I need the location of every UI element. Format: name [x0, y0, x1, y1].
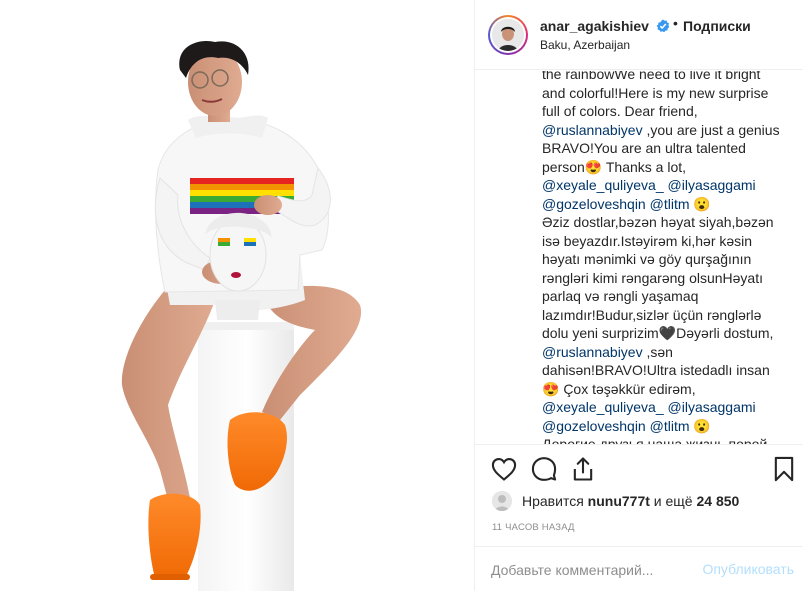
- likes-prefix: Нравится: [522, 493, 588, 509]
- heart-icon: [491, 458, 517, 481]
- comment-button[interactable]: [530, 455, 558, 483]
- post-header: anar_agakishiev • Подписки Baku, Azerbai…: [475, 0, 803, 70]
- like-button[interactable]: [490, 455, 518, 483]
- mention-link[interactable]: @ilyasaggami: [668, 399, 756, 415]
- post-photo[interactable]: [0, 0, 474, 591]
- mention-link[interactable]: @tlitm: [650, 196, 690, 212]
- likes-count[interactable]: 24 850: [697, 493, 740, 509]
- comment-bubble-icon: [531, 457, 557, 481]
- likes-row: Нравится nunu777t и ещё 24 850: [492, 489, 792, 513]
- mention-link[interactable]: @xeyale_quliyeva_: [542, 399, 664, 415]
- mention-link[interactable]: @ruslannabiyev: [542, 122, 643, 138]
- location-link[interactable]: Baku, Azerbaijan: [540, 38, 630, 52]
- avatar[interactable]: [488, 15, 528, 55]
- likes-middle: и ещё: [649, 493, 697, 509]
- mention-link[interactable]: @ilyasaggami: [668, 177, 756, 193]
- comment-form: Опубликовать: [475, 546, 803, 591]
- post-timestamp[interactable]: 11 часов назад: [492, 522, 575, 533]
- post-side-panel: anar_agakishiev • Подписки Baku, Azerbai…: [474, 0, 803, 591]
- mention-link[interactable]: @gozeloveshqin: [542, 418, 646, 434]
- scroll-thumb[interactable]: [797, 361, 801, 431]
- caption-scrollbar[interactable]: [796, 71, 801, 444]
- mention-link[interactable]: @xeyale_quliyeva_: [542, 177, 664, 193]
- likes-summary[interactable]: Нравится nunu777t и ещё 24 850: [522, 493, 739, 509]
- separator-dot: •: [673, 15, 678, 31]
- verified-badge-icon: [656, 19, 670, 33]
- share-icon: [573, 457, 593, 481]
- publish-button[interactable]: Опубликовать: [702, 561, 794, 577]
- caption-segment: 😮 Əziz dostlar,bəzən həyat siyah,bəzən i…: [542, 195, 774, 342]
- post-actions: Нравится nunu777t и ещё 24 850 11 часов …: [475, 444, 803, 590]
- liker-avatar-image: [492, 491, 512, 511]
- liker-username[interactable]: nunu777t: [588, 493, 650, 509]
- comment-input[interactable]: [491, 559, 691, 581]
- bookmark-icon: [774, 456, 794, 482]
- post-image: [0, 0, 474, 591]
- caption-area[interactable]: the rainbowWe need to live it bright and…: [475, 71, 803, 444]
- caption-segment: the rainbowWe need to live it bright and…: [542, 71, 769, 119]
- mention-link[interactable]: @ruslannabiyev: [542, 344, 643, 360]
- save-button[interactable]: [770, 455, 798, 483]
- caption-text: the rainbowWe need to live it bright and…: [542, 71, 782, 444]
- liker-avatar[interactable]: [492, 491, 512, 511]
- avatar-image: [492, 19, 524, 51]
- share-button[interactable]: [569, 455, 597, 483]
- mention-link[interactable]: @gozeloveshqin: [542, 196, 646, 212]
- username-link[interactable]: anar_agakishiev: [540, 18, 649, 34]
- mention-link[interactable]: @tlitm: [650, 418, 690, 434]
- following-button[interactable]: Подписки: [683, 18, 751, 34]
